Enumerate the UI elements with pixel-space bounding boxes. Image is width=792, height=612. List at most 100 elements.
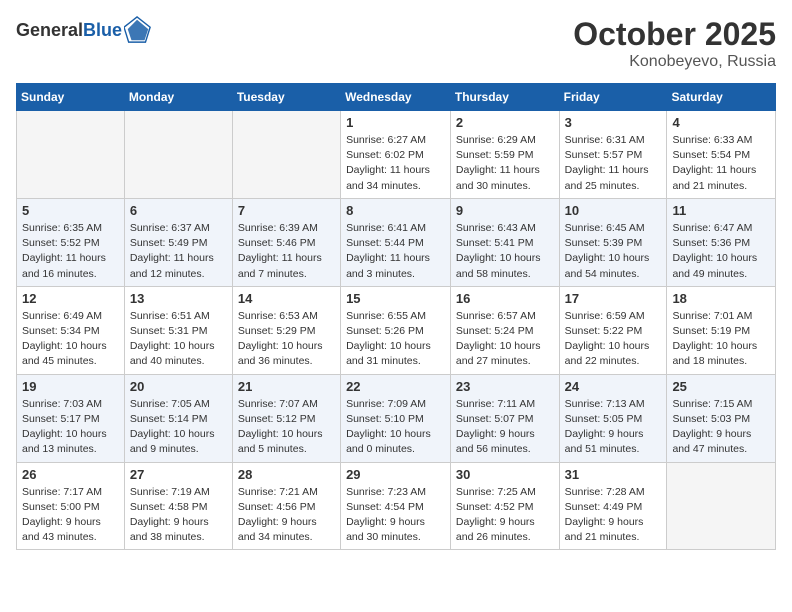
day-info: Sunrise: 7:01 AM Sunset: 5:19 PM Dayligh… — [672, 309, 770, 370]
day-info: Sunrise: 7:05 AM Sunset: 5:14 PM Dayligh… — [130, 397, 227, 458]
day-number: 27 — [130, 467, 227, 482]
day-info: Sunrise: 7:11 AM Sunset: 5:07 PM Dayligh… — [456, 397, 554, 458]
month-title: October 2025 — [573, 16, 776, 53]
day-number: 4 — [672, 115, 770, 130]
day-header-sunday: Sunday — [17, 84, 125, 111]
day-info: Sunrise: 6:59 AM Sunset: 5:22 PM Dayligh… — [565, 309, 662, 370]
location: Konobeyevo, Russia — [573, 53, 776, 71]
calendar-day: 11 Sunrise: 6:47 AM Sunset: 5:36 PM Dayli… — [667, 198, 776, 286]
calendar-header-row: SundayMondayTuesdayWednesdayThursdayFrid… — [17, 84, 776, 111]
calendar-day: 6Sunrise: 6:37 AM Sunset: 5:49 PM Daylig… — [124, 198, 232, 286]
day-info: Sunrise: 6:55 AM Sunset: 5:26 PM Dayligh… — [346, 309, 445, 370]
day-header-monday: Monday — [124, 84, 232, 111]
calendar-day — [232, 111, 340, 199]
day-number: 14 — [238, 291, 335, 306]
day-header-saturday: Saturday — [667, 84, 776, 111]
day-info: Sunrise: 6:49 AM Sunset: 5:34 PM Dayligh… — [22, 309, 119, 370]
logo: GeneralBlue — [16, 16, 152, 44]
day-info: Sunrise: 7:13 AM Sunset: 5:05 PM Dayligh… — [565, 397, 662, 458]
day-info: Sunrise: 6:47 AM Sunset: 5:36 PM Dayligh… — [672, 221, 770, 282]
day-number: 8 — [346, 203, 445, 218]
day-info: Sunrise: 6:27 AM Sunset: 6:02 PM Dayligh… — [346, 133, 445, 194]
calendar-day: 15Sunrise: 6:55 AM Sunset: 5:26 PM Dayli… — [341, 286, 451, 374]
calendar-day: 5Sunrise: 6:35 AM Sunset: 5:52 PM Daylig… — [17, 198, 125, 286]
day-info: Sunrise: 7:15 AM Sunset: 5:03 PM Dayligh… — [672, 397, 770, 458]
day-number: 29 — [346, 467, 445, 482]
calendar-day: 8 Sunrise: 6:41 AM Sunset: 5:44 PM Daylig… — [341, 198, 451, 286]
day-number: 10 — [565, 203, 662, 218]
day-info: Sunrise: 6:33 AM Sunset: 5:54 PM Dayligh… — [672, 133, 770, 194]
day-header-thursday: Thursday — [450, 84, 559, 111]
day-number: 31 — [565, 467, 662, 482]
day-number: 25 — [672, 379, 770, 394]
day-number: 6 — [130, 203, 227, 218]
day-number: 11 — [672, 203, 770, 218]
day-info: Sunrise: 7:19 AM Sunset: 4:58 PM Dayligh… — [130, 485, 227, 546]
calendar-day: 22 Sunrise: 7:09 AM Sunset: 5:10 PM Dayli… — [341, 374, 451, 462]
day-number: 9 — [456, 203, 554, 218]
calendar-day: 12 Sunrise: 6:49 AM Sunset: 5:34 PM Dayli… — [17, 286, 125, 374]
calendar-day: 30Sunrise: 7:25 AM Sunset: 4:52 PM Dayli… — [450, 462, 559, 550]
day-info: Sunrise: 7:28 AM Sunset: 4:49 PM Dayligh… — [565, 485, 662, 546]
calendar-day — [17, 111, 125, 199]
day-number: 20 — [130, 379, 227, 394]
day-number: 12 — [22, 291, 119, 306]
calendar-week-row: 19Sunrise: 7:03 AM Sunset: 5:17 PM Dayli… — [17, 374, 776, 462]
day-number: 18 — [672, 291, 770, 306]
day-number: 19 — [22, 379, 119, 394]
day-info: Sunrise: 6:53 AM Sunset: 5:29 PM Dayligh… — [238, 309, 335, 370]
day-info: Sunrise: 6:57 AM Sunset: 5:24 PM Dayligh… — [456, 309, 554, 370]
calendar-day: 10Sunrise: 6:45 AM Sunset: 5:39 PM Dayli… — [559, 198, 667, 286]
day-number: 7 — [238, 203, 335, 218]
day-info: Sunrise: 7:21 AM Sunset: 4:56 PM Dayligh… — [238, 485, 335, 546]
logo-general: General — [16, 20, 83, 40]
logo-blue: Blue — [83, 20, 122, 40]
calendar-day: 4 Sunrise: 6:33 AM Sunset: 5:54 PM Daylig… — [667, 111, 776, 199]
calendar-day: 31 Sunrise: 7:28 AM Sunset: 4:49 PM Dayli… — [559, 462, 667, 550]
day-header-wednesday: Wednesday — [341, 84, 451, 111]
calendar-day: 27 Sunrise: 7:19 AM Sunset: 4:58 PM Dayli… — [124, 462, 232, 550]
calendar-day — [667, 462, 776, 550]
calendar-day: 9 Sunrise: 6:43 AM Sunset: 5:41 PM Daylig… — [450, 198, 559, 286]
day-number: 26 — [22, 467, 119, 482]
day-info: Sunrise: 7:09 AM Sunset: 5:10 PM Dayligh… — [346, 397, 445, 458]
day-number: 17 — [565, 291, 662, 306]
day-info: Sunrise: 6:41 AM Sunset: 5:44 PM Dayligh… — [346, 221, 445, 282]
calendar-day: 25 Sunrise: 7:15 AM Sunset: 5:03 PM Dayli… — [667, 374, 776, 462]
calendar-week-row: 5Sunrise: 6:35 AM Sunset: 5:52 PM Daylig… — [17, 198, 776, 286]
page-header: GeneralBlue October 2025 Konobeyevo, Rus… — [16, 16, 776, 71]
calendar-day: 19Sunrise: 7:03 AM Sunset: 5:17 PM Dayli… — [17, 374, 125, 462]
calendar-table: SundayMondayTuesdayWednesdayThursdayFrid… — [16, 83, 776, 550]
calendar-day: 29 Sunrise: 7:23 AM Sunset: 4:54 PM Dayli… — [341, 462, 451, 550]
calendar-day: 16 Sunrise: 6:57 AM Sunset: 5:24 PM Dayli… — [450, 286, 559, 374]
day-number: 13 — [130, 291, 227, 306]
calendar-day: 20 Sunrise: 7:05 AM Sunset: 5:14 PM Dayli… — [124, 374, 232, 462]
day-info: Sunrise: 6:43 AM Sunset: 5:41 PM Dayligh… — [456, 221, 554, 282]
day-info: Sunrise: 6:39 AM Sunset: 5:46 PM Dayligh… — [238, 221, 335, 282]
calendar-day — [124, 111, 232, 199]
calendar-day: 17 Sunrise: 6:59 AM Sunset: 5:22 PM Dayli… — [559, 286, 667, 374]
day-number: 28 — [238, 467, 335, 482]
calendar-week-row: 12 Sunrise: 6:49 AM Sunset: 5:34 PM Dayli… — [17, 286, 776, 374]
day-info: Sunrise: 7:25 AM Sunset: 4:52 PM Dayligh… — [456, 485, 554, 546]
title-block: October 2025 Konobeyevo, Russia — [573, 16, 776, 71]
day-number: 23 — [456, 379, 554, 394]
day-info: Sunrise: 6:31 AM Sunset: 5:57 PM Dayligh… — [565, 133, 662, 194]
calendar-day: 23 Sunrise: 7:11 AM Sunset: 5:07 PM Dayli… — [450, 374, 559, 462]
day-number: 3 — [565, 115, 662, 130]
calendar-day: 2 Sunrise: 6:29 AM Sunset: 5:59 PM Daylig… — [450, 111, 559, 199]
calendar-day: 18 Sunrise: 7:01 AM Sunset: 5:19 PM Dayli… — [667, 286, 776, 374]
calendar-day: 1Sunrise: 6:27 AM Sunset: 6:02 PM Daylig… — [341, 111, 451, 199]
calendar-day: 3 Sunrise: 6:31 AM Sunset: 5:57 PM Daylig… — [559, 111, 667, 199]
day-number: 2 — [456, 115, 554, 130]
day-header-tuesday: Tuesday — [232, 84, 340, 111]
calendar-day: 28 Sunrise: 7:21 AM Sunset: 4:56 PM Dayli… — [232, 462, 340, 550]
day-info: Sunrise: 6:29 AM Sunset: 5:59 PM Dayligh… — [456, 133, 554, 194]
calendar-day: 13 Sunrise: 6:51 AM Sunset: 5:31 PM Dayli… — [124, 286, 232, 374]
day-number: 16 — [456, 291, 554, 306]
day-info: Sunrise: 7:23 AM Sunset: 4:54 PM Dayligh… — [346, 485, 445, 546]
calendar-day: 26Sunrise: 7:17 AM Sunset: 5:00 PM Dayli… — [17, 462, 125, 550]
calendar-day: 7 Sunrise: 6:39 AM Sunset: 5:46 PM Daylig… — [232, 198, 340, 286]
day-number: 22 — [346, 379, 445, 394]
day-info: Sunrise: 6:51 AM Sunset: 5:31 PM Dayligh… — [130, 309, 227, 370]
